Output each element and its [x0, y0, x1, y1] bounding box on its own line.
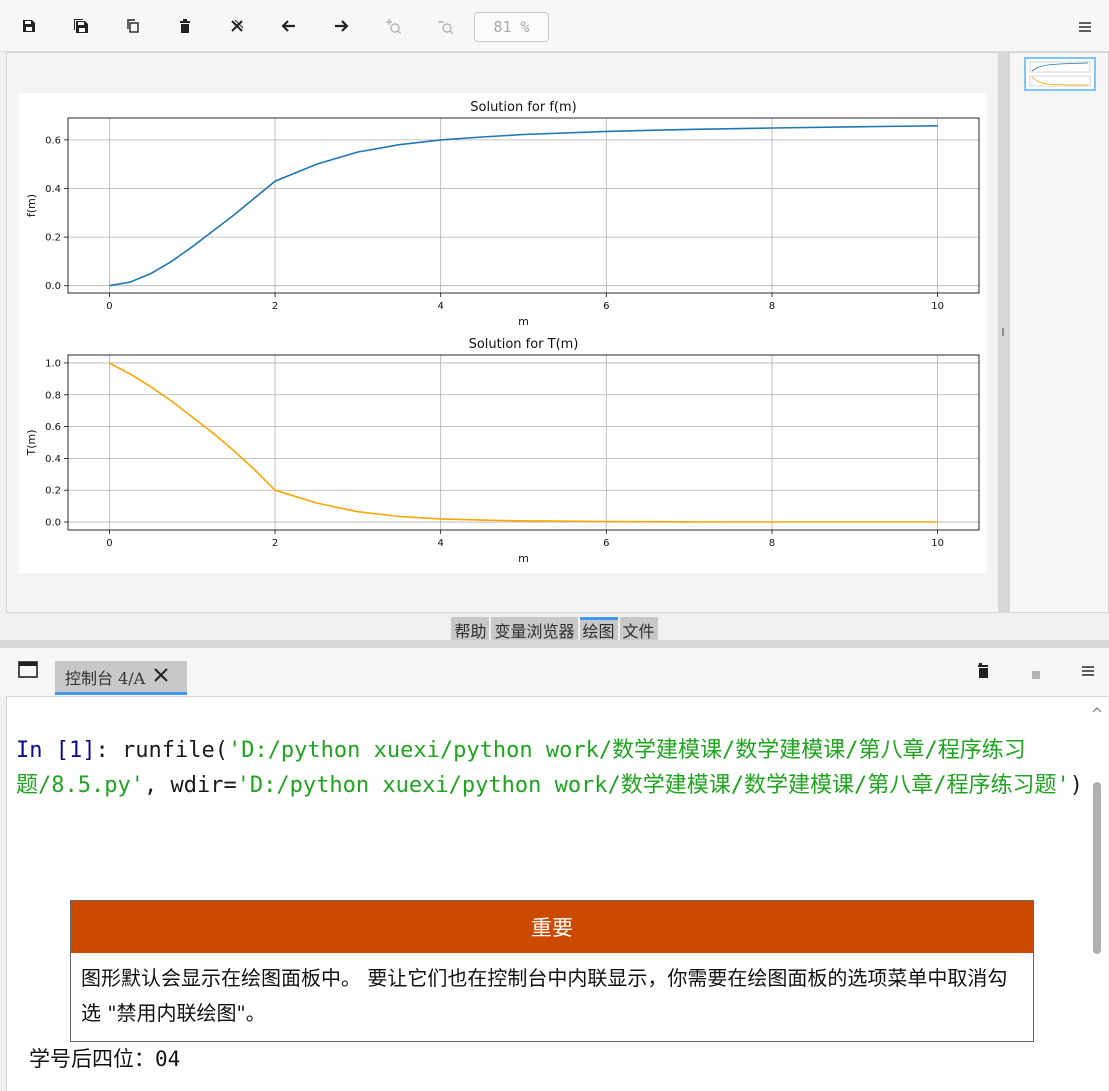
delete-all-icon[interactable] [224, 13, 250, 39]
chart-title: Solution for f(m) [470, 100, 576, 115]
y-axis-label: T(m) [25, 429, 38, 456]
console-tab[interactable]: 控制台 4/A [55, 661, 187, 695]
chart-title: Solution for T(m) [469, 337, 579, 352]
x-tick-label: 0 [106, 538, 112, 549]
x-tick-label: 8 [769, 538, 775, 549]
wdir-path-arg: 'D:/python xuexi/python work/数学建模课/数学建模课… [236, 773, 1070, 798]
x-tick-label: 10 [931, 301, 944, 312]
series-line [109, 125, 938, 287]
prompt-colon: : [95, 738, 122, 763]
x-axis-label: m [518, 552, 529, 565]
window-icon[interactable] [18, 661, 38, 683]
scroll-up-icon[interactable] [1090, 704, 1104, 716]
series-line [109, 362, 938, 523]
x-tick-label: 6 [603, 538, 609, 549]
y-tick-label: 0.0 [45, 281, 61, 292]
y-tick-label: 0.2 [45, 233, 61, 244]
x-tick-label: 2 [272, 538, 278, 549]
x-tick-label: 4 [437, 538, 443, 549]
console-input-line: In [1]: runfile( 'D:/python xuexi/python … [16, 733, 1084, 803]
x-axis-label: m [518, 315, 529, 328]
copy-icon[interactable] [120, 13, 146, 39]
hamburger-menu-icon[interactable] [1073, 15, 1097, 39]
axes-frame [67, 354, 980, 531]
zoom-out-icon[interactable] [432, 13, 458, 39]
zoom-in-icon[interactable] [380, 13, 406, 39]
tab-files[interactable]: 文件 [619, 617, 658, 641]
figure-svg: 0 2 4 6 8 10 0.0 0.2 0.4 0.6 Solution for f(m) m f(m… [25, 100, 980, 565]
plots-toolbar: 81 % [0, 0, 1109, 52]
runfile-close: ) [1069, 773, 1084, 798]
y-tick-label: 0.8 [45, 390, 61, 401]
console-tab-label: 控制台 4/A [65, 668, 146, 688]
save-all-icon[interactable] [68, 13, 94, 39]
console-menu-icon[interactable] [1076, 659, 1100, 687]
important-notice: 重要 图形默认会显示在绘图面板中。 要让它们也在控制台中内联显示，你需要在绘图面… [70, 900, 1034, 1042]
y-tick-label: 0.6 [45, 422, 61, 433]
vertical-splitter[interactable] [999, 52, 1009, 613]
arrow-left-icon[interactable] [276, 13, 302, 39]
save-icon[interactable] [16, 13, 42, 39]
x-tick-label: 6 [603, 301, 609, 312]
y-tick-label: 0.2 [45, 486, 61, 497]
delete-icon[interactable] [172, 13, 198, 39]
y-tick-label: 0.6 [45, 135, 61, 146]
tab-plots[interactable]: 绘图 [579, 617, 618, 641]
console-output-line: 学号后四位：04 [29, 1043, 180, 1073]
console-prompt: In [1] [16, 738, 96, 763]
output-label: 学号后四位： [29, 1047, 155, 1071]
y-tick-label: 0.4 [45, 184, 61, 195]
thumbnail-panel [1009, 52, 1109, 613]
x-tick-label: 2 [272, 301, 278, 312]
close-icon[interactable] [153, 667, 169, 687]
notice-body: 图形默认会显示在绘图面板中。 要让它们也在控制台中内联显示，你需要在绘图面板的选… [81, 966, 1008, 1025]
horizontal-splitter[interactable] [0, 640, 1109, 648]
runfile-call: runfile( [121, 738, 228, 763]
y-tick-label: 0.0 [45, 518, 61, 529]
arrow-right-icon[interactable] [328, 13, 354, 39]
plot-viewer: 0 2 4 6 8 10 0.0 0.2 0.4 0.6 Solution for f(m) m f(m… [6, 52, 999, 613]
axes-frame [67, 117, 980, 294]
x-tick-label: 0 [106, 301, 112, 312]
clear-console-icon[interactable] [975, 661, 993, 683]
stop-icon[interactable] [1031, 665, 1041, 684]
console-scroll-thumb[interactable] [1093, 782, 1101, 954]
x-tick-label: 4 [437, 301, 443, 312]
y-tick-label: 0.4 [45, 454, 61, 465]
x-tick-label: 8 [769, 301, 775, 312]
figure-canvas: 0 2 4 6 8 10 0.0 0.2 0.4 0.6 Solution for f(m) m f(m… [19, 93, 987, 573]
plot-thumbnail[interactable] [1024, 57, 1096, 91]
tab-help[interactable]: 帮助 [451, 617, 490, 641]
y-tick-label: 1.0 [45, 358, 61, 369]
x-tick-label: 10 [931, 538, 944, 549]
zoom-level-field[interactable]: 81 % [474, 12, 549, 42]
notice-title: 重要 [71, 901, 1033, 953]
output-value: 04 [155, 1047, 181, 1071]
pane-tab-bar: 帮助 变量浏览器 绘图 文件 [0, 613, 1109, 641]
tab-variable-explorer[interactable]: 变量浏览器 [491, 617, 578, 641]
wdir-keyword: , wdir= [143, 773, 237, 798]
splitter-grip[interactable] [1002, 328, 1004, 336]
y-axis-label: f(m) [25, 194, 38, 217]
